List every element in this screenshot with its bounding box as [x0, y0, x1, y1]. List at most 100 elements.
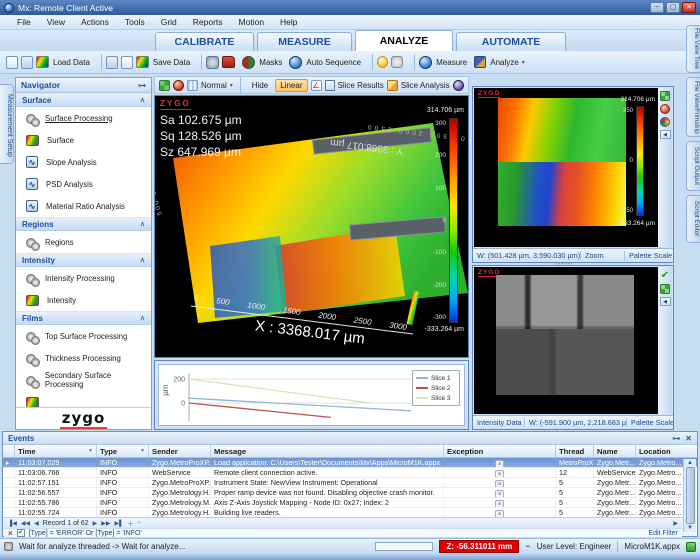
collapse-icon[interactable]: ∧	[140, 218, 145, 230]
slice-analysis-button[interactable]: Slice Analysis	[401, 81, 450, 90]
tab-calibrate[interactable]: CALIBRATE	[155, 32, 254, 51]
save-copy-icon[interactable]	[106, 56, 118, 69]
nav-item-material-ratio-analysis[interactable]: ∿Material Ratio Analysis	[16, 195, 151, 217]
nav-item-intensity[interactable]: Intensity	[16, 289, 151, 311]
collapse-icon[interactable]: ∧	[140, 312, 145, 324]
save-data-button[interactable]: Save Data	[153, 58, 190, 67]
tab-file-view-tree[interactable]: File View Tree	[686, 25, 700, 73]
nav-item-clipped[interactable]	[16, 391, 151, 407]
zoom-view[interactable]: ZYGO 314.706 µm 250 0 -250 -333.264 µm	[474, 88, 658, 247]
slice-results-icon[interactable]	[325, 80, 335, 91]
nav-item-secondary-surface-processing[interactable]: Secondary Surface Processing	[16, 369, 151, 391]
recipe-icon[interactable]	[222, 56, 235, 68]
scroll-thumb[interactable]	[686, 467, 695, 524]
tab-file-view-filmstrip[interactable]: File View/Filmstrip	[686, 77, 700, 137]
menu-file[interactable]: File	[10, 16, 38, 28]
layout-grid-icon[interactable]	[660, 284, 670, 294]
minimize-button[interactable]: −	[650, 2, 664, 13]
section-films[interactable]: Films∧	[16, 311, 151, 325]
slice-chart[interactable]: 0200µm Slice 1Slice 2Slice 3	[158, 364, 465, 426]
event-row[interactable]: 11:02:57.151 INFO Zygo.MetroProXP... Ins…	[3, 478, 697, 488]
clear-filter-icon[interactable]: ×	[8, 529, 13, 538]
exception-icon[interactable]: a	[495, 480, 504, 487]
hide-button[interactable]: Hide	[248, 80, 272, 91]
palette-icon[interactable]	[660, 117, 670, 127]
exception-icon[interactable]: a	[495, 470, 504, 477]
menu-actions[interactable]: Actions	[74, 16, 116, 28]
measure-icon[interactable]	[419, 56, 432, 69]
tab-measure[interactable]: MEASURE	[257, 32, 352, 51]
layout-grid-icon[interactable]	[159, 80, 170, 91]
filter-icon[interactable]: ▼	[140, 448, 145, 454]
tab-automate[interactable]: AUTOMATE	[456, 32, 566, 51]
pin-icon[interactable]: ⊶	[138, 78, 146, 92]
event-row[interactable]: 11:02:55.786 INFO Zygo.Metrology.M... Ax…	[3, 498, 697, 508]
events-scrollbar[interactable]: ▲ ▼	[683, 459, 696, 532]
col-type[interactable]: Type▼	[97, 445, 149, 457]
load-from-icon[interactable]	[21, 56, 33, 69]
exception-icon[interactable]: a	[495, 500, 504, 507]
nav-item-psd-analysis[interactable]: ∿PSD Analysis	[16, 173, 151, 195]
collapse-icon[interactable]: ∧	[140, 254, 145, 266]
section-regions[interactable]: Regions∧	[16, 217, 151, 231]
surface-3d-view[interactable]: ZYGO Sa 102.675 µm Sq 128.526 µm Sz 647.…	[154, 95, 469, 358]
intensity-view[interactable]: ZYGO	[474, 267, 658, 414]
focus-icon[interactable]	[391, 56, 403, 68]
display-mode-dropdown-icon[interactable]: ▾	[230, 82, 233, 89]
slice-results-button[interactable]: Slice Results	[338, 81, 384, 90]
section-surface[interactable]: Surface∧	[16, 93, 151, 107]
load-recent-icon[interactable]	[6, 56, 18, 69]
edit-filter-link[interactable]: Edit Filter	[648, 530, 678, 537]
next-page-button[interactable]: ▶▶	[101, 520, 110, 527]
close-panel-icon[interactable]: ✕	[685, 434, 692, 443]
view-3d-icon[interactable]	[173, 80, 184, 91]
nav-item-intensity-processing[interactable]: Intensity Processing	[16, 267, 151, 289]
col-sender[interactable]: Sender	[149, 445, 211, 457]
prev-page-button[interactable]: ◀◀	[21, 520, 30, 527]
first-record-button[interactable]: ▐◀	[8, 520, 17, 527]
exception-icon[interactable]: a	[495, 510, 504, 517]
measure-button[interactable]: Measure	[436, 58, 467, 67]
display-mode-select[interactable]: Normal	[201, 81, 227, 90]
slice-analysis-icon[interactable]	[387, 80, 398, 91]
nav-item-surface[interactable]: Surface	[16, 129, 151, 151]
last-record-button[interactable]: ▶▌	[115, 520, 124, 527]
load-data-button[interactable]: Load Data	[53, 58, 90, 67]
view-options-icon[interactable]	[453, 80, 464, 91]
menu-tools[interactable]: Tools	[118, 16, 152, 28]
load-data-icon[interactable]	[36, 56, 49, 68]
event-row[interactable]: 11:02:56.557 INFO Zygo.Metrology.H... Pr…	[3, 488, 697, 498]
tab-analyze[interactable]: ANALYZE	[355, 30, 453, 51]
event-row[interactable]: ▸ 11:03:07.029 INFO Zygo.MetroProXP... L…	[3, 458, 697, 468]
tab-script-output[interactable]: Script Output	[686, 141, 700, 191]
collapse-strip-icon[interactable]: ◀	[660, 297, 671, 306]
save-as-icon[interactable]	[121, 56, 133, 69]
close-button[interactable]: ✕	[682, 2, 696, 13]
prev-record-button[interactable]: ◀	[34, 520, 39, 527]
check-icon[interactable]: ✔	[661, 270, 669, 281]
nav-item-slope-analysis[interactable]: ∿Slope Analysis	[16, 151, 151, 173]
col-exception[interactable]: Exception	[444, 445, 556, 457]
menu-view[interactable]: View	[40, 16, 72, 28]
col-message[interactable]: Message	[211, 445, 444, 457]
save-data-icon[interactable]	[136, 56, 149, 68]
slice-chart-icon[interactable]: ∠	[311, 80, 322, 91]
view-3d-icon[interactable]	[660, 104, 670, 114]
masks-button[interactable]: Masks	[259, 58, 282, 67]
delete-record-button[interactable]: −	[137, 520, 141, 526]
scroll-right-icon[interactable]: ▶	[673, 520, 678, 527]
tab-script-editor[interactable]: Script Editor	[686, 195, 700, 243]
sort-icon[interactable]: ▼	[88, 448, 93, 454]
menu-grid[interactable]: Grid	[154, 16, 184, 28]
scroll-up-icon[interactable]: ▲	[687, 460, 693, 466]
exception-icon[interactable]: a	[495, 490, 504, 497]
linear-button[interactable]: Linear	[275, 79, 307, 92]
col-name[interactable]: Name	[594, 445, 636, 457]
section-intensity[interactable]: Intensity∧	[16, 253, 151, 267]
tab-measurement-setup[interactable]: Measurement Setup	[0, 84, 14, 164]
nav-item-regions[interactable]: Regions	[16, 231, 151, 253]
auto-sequence-button[interactable]: Auto Sequence	[306, 58, 361, 67]
menu-motion[interactable]: Motion	[232, 16, 272, 28]
display-mode-icon[interactable]	[187, 80, 198, 91]
event-row[interactable]: 11:03:06.766 INFO WebService Remote clie…	[3, 468, 697, 478]
